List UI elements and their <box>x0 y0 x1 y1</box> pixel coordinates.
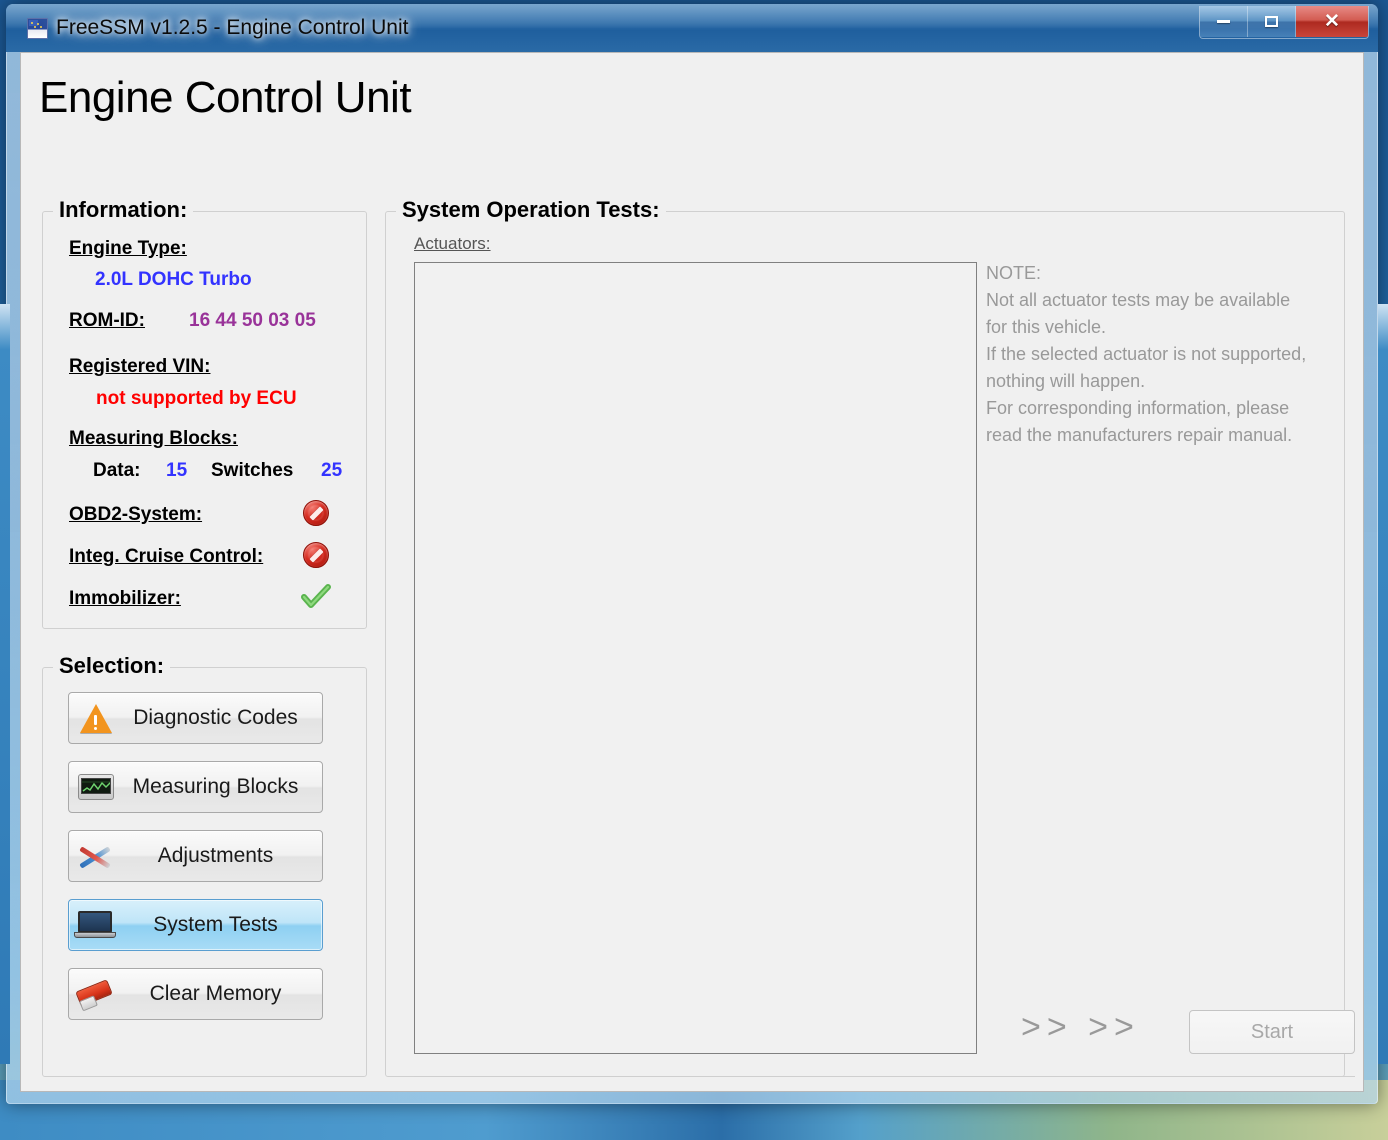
selection-group-title: Selection: <box>53 653 171 679</box>
note-line: read the manufacturers repair manual. <box>986 425 1293 445</box>
switches-count-label: Switches <box>211 460 294 481</box>
tools-icon <box>75 837 117 875</box>
client-area: Engine Control Unit Information: Engine … <box>20 52 1364 1092</box>
window-right-edge <box>1378 304 1388 1064</box>
obd2-status-not-supported-icon <box>303 500 329 526</box>
window-left-edge <box>0 304 10 1064</box>
switches-count-value: 25 <box>321 460 343 481</box>
cruise-status-not-supported-icon <box>303 542 329 568</box>
eraser-icon <box>75 975 117 1013</box>
rom-id-value: 16 44 50 03 05 <box>189 310 316 331</box>
data-count-label: Data: <box>93 460 141 481</box>
title-bar: FreeSSM v1.2.5 - Engine Control Unit ✕ <box>6 4 1378 52</box>
bottom-separator <box>414 1076 1355 1077</box>
note-line: NOTE: <box>986 263 1042 283</box>
system-operation-tests-group-title: System Operation Tests: <box>396 197 666 223</box>
selection-button-label: Diagnostic Codes <box>133 706 298 729</box>
selection-button-diagnostic-codes[interactable]: Diagnostic Codes <box>68 692 323 744</box>
start-button-label: Start <box>1250 1020 1294 1043</box>
selection-button-measuring-blocks[interactable]: Measuring Blocks <box>68 761 323 813</box>
information-group-title: Information: <box>53 197 194 223</box>
maximize-button[interactable] <box>1248 6 1296 37</box>
close-button[interactable]: ✕ <box>1296 6 1368 37</box>
close-icon: ✕ <box>1324 11 1340 32</box>
progress-arrows-icon: >> >> <box>1021 1008 1140 1046</box>
application-window: FreeSSM v1.2.5 - Engine Control Unit ✕ E… <box>6 4 1378 1104</box>
cruise-control-label: Integ. Cruise Control: <box>69 546 264 567</box>
engine-type-value: 2.0L DOHC Turbo <box>95 269 252 290</box>
engine-type-label: Engine Type: <box>69 238 187 259</box>
note-line: Not all actuator tests may be available <box>986 290 1291 310</box>
actuators-list[interactable] <box>414 262 977 1054</box>
window-controls: ✕ <box>1199 6 1369 39</box>
immobilizer-status-supported-icon <box>301 584 331 610</box>
registered-vin-value: not supported by ECU <box>96 388 297 409</box>
note-line: for this vehicle. <box>986 317 1107 337</box>
window-title: FreeSSM v1.2.5 - Engine Control Unit <box>56 16 409 39</box>
note-line: nothing will happen. <box>986 371 1146 391</box>
note-text: NOTE: Not all actuator tests may be avai… <box>986 260 1363 449</box>
measuring-blocks-label: Measuring Blocks: <box>69 428 238 449</box>
start-button[interactable]: Start <box>1189 1010 1355 1054</box>
selection-button-label: Adjustments <box>157 844 274 867</box>
selection-button-label: Measuring Blocks <box>132 775 299 798</box>
selection-button-adjustments[interactable]: Adjustments <box>68 830 323 882</box>
data-count-value: 15 <box>166 460 188 481</box>
registered-vin-label: Registered VIN: <box>69 356 211 377</box>
selection-button-label: Clear Memory <box>149 982 282 1005</box>
immobilizer-label: Immobilizer: <box>69 588 181 609</box>
actuators-label: Actuators: <box>414 234 491 253</box>
note-line: For corresponding information, please <box>986 398 1290 418</box>
warning-triangle-icon <box>75 699 117 737</box>
selection-button-system-tests[interactable]: System Tests <box>68 899 323 951</box>
monitor-graph-icon <box>75 768 117 806</box>
page-title: Engine Control Unit <box>39 73 412 122</box>
rom-id-label: ROM-ID: <box>69 310 145 331</box>
selection-button-label: System Tests <box>153 913 278 936</box>
minimize-icon <box>1217 20 1230 23</box>
laptop-icon <box>74 906 117 944</box>
note-line: If the selected actuator is not supporte… <box>986 344 1307 364</box>
minimize-button[interactable] <box>1200 6 1248 37</box>
maximize-icon <box>1265 16 1278 27</box>
flag-icon <box>27 18 48 39</box>
selection-button-clear-memory[interactable]: Clear Memory <box>68 968 323 1020</box>
obd2-system-label: OBD2-System: <box>69 504 203 525</box>
